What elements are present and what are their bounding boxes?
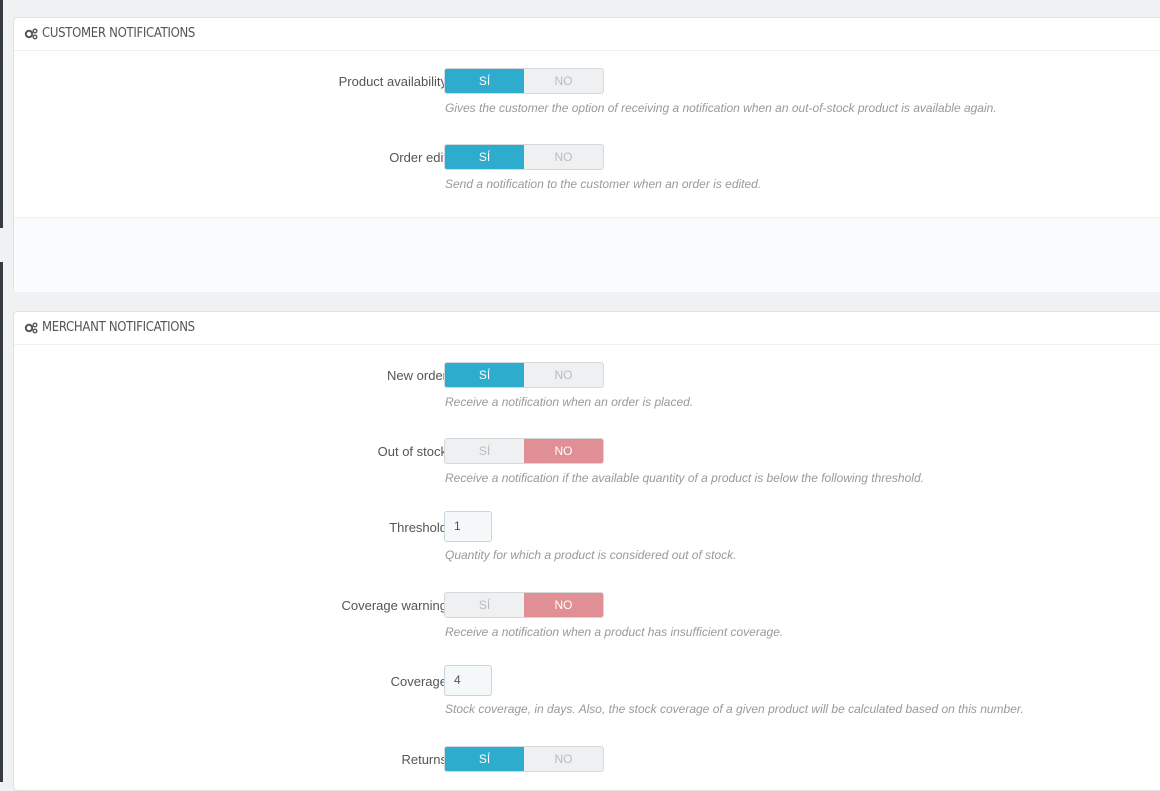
field-label: Coverage [390,674,447,689]
switch-no-option[interactable]: NO [524,593,603,617]
coverage-warning-switch[interactable]: SÍ NO [444,592,604,618]
field-label: New order [387,368,447,383]
panel-heading: MERCHANT NOTIFICATIONS [14,312,1160,345]
help-text: Receive a notification when a product ha… [445,625,784,639]
panel-footer [14,217,1160,292]
cogs-icon [24,28,38,40]
new-order-switch[interactable]: SÍ NO [444,362,604,388]
field-label: Order edit [389,150,447,165]
switch-yes-option[interactable]: SÍ [445,593,524,617]
help-text: Gives the customer the option of receivi… [445,101,997,115]
switch-yes-option[interactable]: SÍ [445,439,524,463]
field-label: Out of stock [377,444,447,459]
switch-no-option[interactable]: NO [524,363,603,387]
panel-title: MERCHANT NOTIFICATIONS [42,320,195,335]
switch-no-option[interactable]: NO [524,145,603,169]
field-label: Returns [401,752,447,767]
switch-yes-option[interactable]: SÍ [445,145,524,169]
switch-yes-option[interactable]: SÍ [445,363,524,387]
field-label: Coverage warning [341,598,447,613]
sidebar-edge [0,262,3,782]
help-text: Receive a notification when an order is … [445,395,694,409]
switch-no-option[interactable]: NO [524,69,603,93]
customer-notifications-panel: CUSTOMER NOTIFICATIONS Product availabil… [13,17,1160,292]
coverage-input[interactable]: 4 [444,665,492,696]
out-of-stock-switch[interactable]: SÍ NO [444,438,604,464]
sidebar-edge [0,0,3,228]
help-text: Receive a notification if the available … [445,471,924,485]
switch-no-option[interactable]: NO [524,439,603,463]
switch-no-option[interactable]: NO [524,747,603,771]
panel-title: CUSTOMER NOTIFICATIONS [42,26,196,41]
panel-heading: CUSTOMER NOTIFICATIONS [14,18,1160,51]
product-availability-switch[interactable]: SÍ NO [444,68,604,94]
switch-yes-option[interactable]: SÍ [445,69,524,93]
merchant-notifications-panel: MERCHANT NOTIFICATIONS New order SÍ NO R… [13,311,1160,791]
cogs-icon [24,322,38,334]
field-label: Threshold [389,520,447,535]
field-label: Product availability [338,74,447,89]
help-text: Send a notification to the customer when… [445,177,762,191]
help-text: Quantity for which a product is consider… [445,548,737,562]
help-text: Stock coverage, in days. Also, the stock… [445,702,1024,716]
threshold-input[interactable]: 1 [444,511,492,542]
order-edit-switch[interactable]: SÍ NO [444,144,604,170]
switch-yes-option[interactable]: SÍ [445,747,524,771]
returns-switch[interactable]: SÍ NO [444,746,604,772]
